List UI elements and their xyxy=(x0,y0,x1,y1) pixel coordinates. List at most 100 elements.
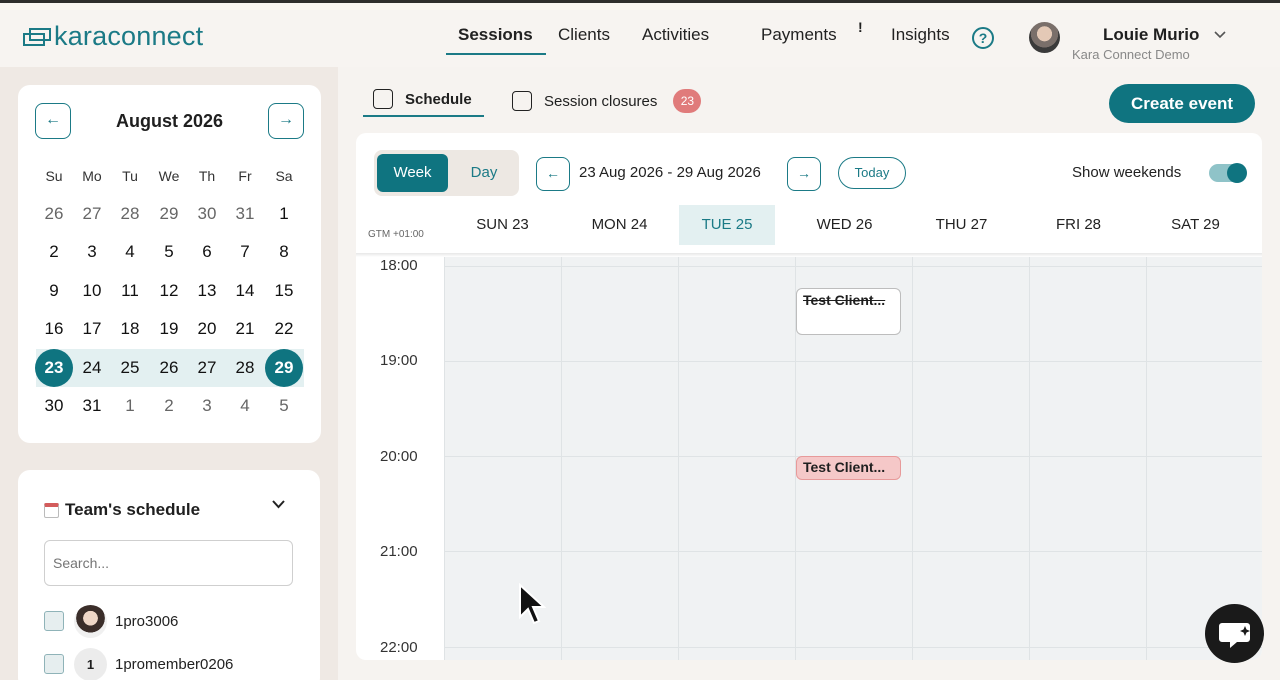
member-checkbox[interactable] xyxy=(44,654,64,674)
member-name: 1promember0206 xyxy=(115,655,234,673)
calendar-day[interactable]: 25 xyxy=(111,349,149,387)
grid-line xyxy=(561,254,562,660)
checklist-icon xyxy=(512,91,532,111)
tab-schedule[interactable]: Schedule xyxy=(373,89,472,109)
nav-payments[interactable]: Payments xyxy=(761,25,837,45)
calendar-day[interactable]: 12 xyxy=(150,272,188,310)
top-header: karaconnect Sessions Clients Activities … xyxy=(0,0,1280,67)
member-checkbox[interactable] xyxy=(44,611,64,631)
grid-line xyxy=(444,361,1262,362)
calendar-day[interactable]: 16 xyxy=(35,310,73,348)
week-view-button[interactable]: Week xyxy=(377,154,448,192)
nav-clients[interactable]: Clients xyxy=(558,25,610,45)
calendar-day[interactable]: 28 xyxy=(111,195,149,233)
calendar-day[interactable]: 20 xyxy=(188,310,226,348)
calendar-day[interactable]: 3 xyxy=(188,387,226,425)
calendar-day[interactable]: 31 xyxy=(226,195,264,233)
calendar-day[interactable]: 23 xyxy=(35,349,73,387)
team-search-input[interactable] xyxy=(44,540,293,586)
event-session[interactable]: Test Client... xyxy=(796,456,901,480)
calendar-day[interactable]: 10 xyxy=(73,272,111,310)
calendar-day[interactable]: 18 xyxy=(111,310,149,348)
calendar-day[interactable]: 5 xyxy=(265,387,303,425)
calendar-day[interactable]: 9 xyxy=(35,272,73,310)
header-shadow xyxy=(356,253,1262,257)
calendar-day[interactable]: 22 xyxy=(265,310,303,348)
team-schedule-header[interactable]: Team's schedule xyxy=(44,500,200,520)
calendar-day[interactable]: 3 xyxy=(73,233,111,271)
day-header-thu[interactable]: THU 27 xyxy=(903,205,1020,245)
calendar-day[interactable]: 21 xyxy=(226,310,264,348)
team-member-row[interactable]: 1pro3006 xyxy=(44,604,178,638)
grid-line xyxy=(1146,254,1147,660)
team-schedule-panel: Team's schedule 1pro3006 1 1promember020… xyxy=(18,470,320,680)
calendar-day[interactable]: 1 xyxy=(111,387,149,425)
main-content: Schedule Session closures 23 Create even… xyxy=(338,67,1280,680)
calendar-day[interactable]: 27 xyxy=(188,349,226,387)
chat-button[interactable] xyxy=(1205,604,1264,663)
closures-count-badge: 23 xyxy=(673,89,702,113)
chevron-down-icon[interactable] xyxy=(1214,31,1226,39)
day-header-fri[interactable]: FRI 28 xyxy=(1020,205,1137,245)
grid-line xyxy=(1029,254,1030,660)
create-event-button[interactable]: Create event xyxy=(1109,84,1255,123)
calendar-day[interactable]: 30 xyxy=(188,195,226,233)
calendar-day[interactable]: 15 xyxy=(265,272,303,310)
next-month-button[interactable]: → xyxy=(268,103,304,139)
nav-sessions[interactable]: Sessions xyxy=(458,25,533,45)
calendar-day[interactable]: 28 xyxy=(226,349,264,387)
event-cancelled[interactable]: Test Client... xyxy=(796,288,901,335)
today-button[interactable]: Today xyxy=(838,157,906,189)
date-range-label: 23 Aug 2026 - 29 Aug 2026 xyxy=(579,164,761,181)
calendar-day[interactable]: 24 xyxy=(73,349,111,387)
calendar-day[interactable]: 2 xyxy=(150,387,188,425)
calendar-day[interactable]: 30 xyxy=(35,387,73,425)
day-header-sun[interactable]: SUN 23 xyxy=(444,205,561,245)
day-header-mon[interactable]: MON 24 xyxy=(561,205,678,245)
member-name: 1pro3006 xyxy=(115,612,179,630)
calendar-day[interactable]: 4 xyxy=(111,233,149,271)
calendar-day[interactable]: 26 xyxy=(35,195,73,233)
day-header-wed[interactable]: WED 26 xyxy=(786,205,903,245)
weekday-label: Fr xyxy=(238,168,252,184)
team-member-row[interactable]: 1 1promember0206 xyxy=(44,647,233,680)
day-header-tue[interactable]: TUE 25 xyxy=(679,205,775,245)
calendar-day[interactable]: 19 xyxy=(150,310,188,348)
calendar-day[interactable]: 8 xyxy=(265,233,303,271)
calendar-icon xyxy=(44,502,59,518)
nav-insights[interactable]: Insights xyxy=(891,25,950,45)
user-avatar[interactable] xyxy=(1029,22,1060,53)
day-view-button[interactable]: Day xyxy=(452,154,516,192)
weekday-label: Mo xyxy=(82,168,102,184)
next-week-button[interactable]: → xyxy=(787,157,821,191)
calendar-day[interactable]: 5 xyxy=(150,233,188,271)
member-avatar: 1 xyxy=(74,647,107,680)
team-schedule-title: Team's schedule xyxy=(65,500,201,519)
nav-activities[interactable]: Activities xyxy=(642,25,709,45)
calendar-day[interactable]: 1 xyxy=(265,195,303,233)
calendar-day[interactable]: 27 xyxy=(73,195,111,233)
calendar-day[interactable]: 14 xyxy=(226,272,264,310)
calendar-day[interactable]: 29 xyxy=(150,195,188,233)
grid-line xyxy=(444,254,445,660)
calendar-day[interactable]: 17 xyxy=(73,310,111,348)
chat-icon xyxy=(1219,623,1250,648)
calendar-day[interactable]: 13 xyxy=(188,272,226,310)
calendar-day[interactable]: 29 xyxy=(265,349,303,387)
day-header-sat[interactable]: SAT 29 xyxy=(1137,205,1254,245)
chevron-down-icon[interactable] xyxy=(272,500,285,509)
calendar-day[interactable]: 4 xyxy=(226,387,264,425)
calendar-day[interactable]: 6 xyxy=(188,233,226,271)
calendar-day[interactable]: 2 xyxy=(35,233,73,271)
calendar-day[interactable]: 31 xyxy=(73,387,111,425)
weekday-label: Su xyxy=(45,168,63,184)
tab-session-closures[interactable]: Session closures 23 xyxy=(512,89,702,113)
calendar-day[interactable]: 7 xyxy=(226,233,264,271)
show-weekends-toggle[interactable] xyxy=(1209,163,1247,183)
help-icon[interactable]: ? xyxy=(972,27,994,49)
user-name[interactable]: Louie Murio xyxy=(1103,25,1199,45)
calendar-day[interactable]: 26 xyxy=(150,349,188,387)
prev-week-button[interactable]: ← xyxy=(536,157,570,191)
payments-alert-badge: ! xyxy=(858,19,863,35)
calendar-day[interactable]: 11 xyxy=(111,272,149,310)
